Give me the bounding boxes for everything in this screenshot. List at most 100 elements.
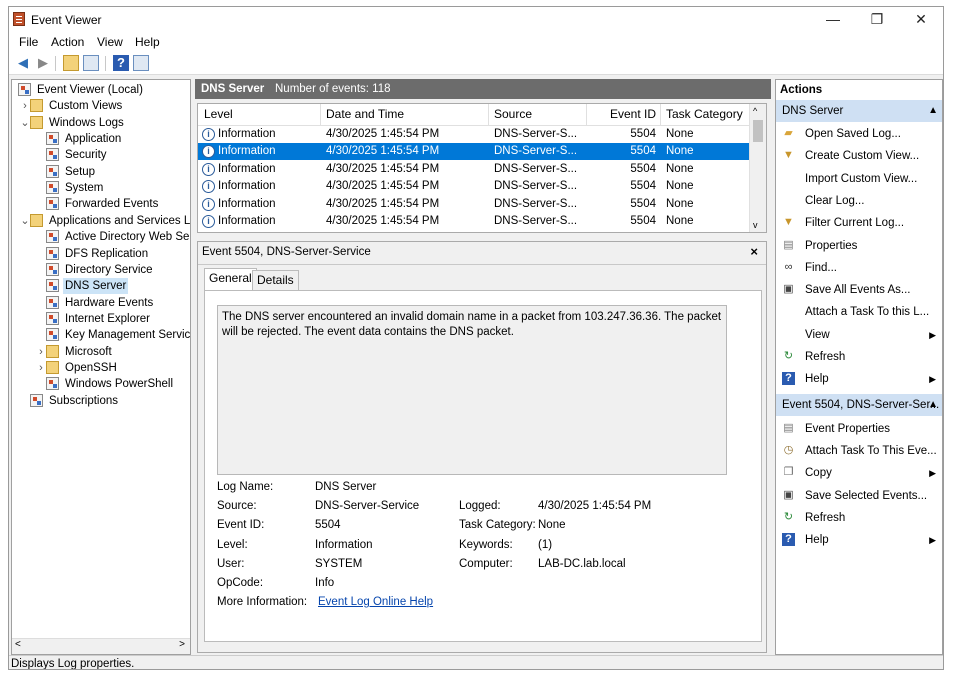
column-divider[interactable] — [586, 104, 587, 126]
event-message[interactable]: The DNS server encountered an invalid do… — [217, 305, 727, 475]
close-detail-icon[interactable]: × — [750, 244, 758, 259]
minimize-button[interactable]: — — [811, 7, 855, 33]
actions-section-event[interactable]: Event 5504, DNS-Server-Ser... ▲ — [776, 394, 942, 416]
actions-section-dns-server[interactable]: DNS Server ▲ — [776, 100, 942, 122]
table-cell: DNS-Server-S... — [494, 180, 578, 193]
back-arrow-icon[interactable]: ◀ — [15, 55, 31, 71]
action-open-saved-log[interactable]: ▰ Open Saved Log... — [776, 123, 942, 145]
up-folder-icon[interactable] — [63, 55, 79, 71]
column-divider[interactable] — [320, 104, 321, 126]
action-find[interactable]: ∞ Find... — [776, 257, 942, 279]
tab-details[interactable]: Details — [252, 270, 299, 290]
table-row[interactable]: i Information 4/30/2025 1:45:54 PM DNS-Serv… — [198, 143, 750, 161]
tree-item-internet-explorer[interactable]: Internet Explorer — [12, 311, 190, 327]
action-clear-log[interactable]: Clear Log... — [776, 190, 942, 212]
table-row[interactable]: i Information 4/30/2025 1:45:54 PM DNS-Serv… — [198, 161, 750, 178]
action-event-properties[interactable]: ▤ Event Properties — [776, 418, 942, 440]
tree-item-system[interactable]: System — [12, 180, 190, 196]
menu-action[interactable]: Action — [51, 35, 84, 49]
column-header[interactable]: Source — [494, 107, 532, 121]
expand-arrow-icon[interactable]: › — [20, 98, 30, 114]
column-header[interactable]: Date and Time — [326, 107, 404, 121]
show-hide-action-pane-icon[interactable] — [133, 55, 149, 71]
folder-icon — [30, 115, 43, 129]
title-bar[interactable]: Event Viewer — ❐ ✕ — [9, 7, 943, 33]
action-save-selected-events[interactable]: ▣ Save Selected Events... — [776, 485, 942, 507]
tree-item-openssh[interactable]: › OpenSSH — [12, 360, 190, 376]
event-log-online-help-link[interactable]: Event Log Online Help — [318, 596, 433, 608]
help-icon[interactable]: ? — [113, 55, 129, 71]
column-divider[interactable] — [660, 104, 661, 126]
collapse-triangle-icon[interactable]: ▲ — [928, 100, 938, 122]
tree-item-active-directory-web-ser[interactable]: Active Directory Web Ser — [12, 229, 190, 245]
scroll-up-icon[interactable]: ^ — [753, 106, 757, 116]
scroll-right-icon[interactable]: > — [179, 639, 185, 650]
column-header[interactable]: Task Category — [666, 107, 743, 121]
expand-arrow-icon[interactable]: › — [36, 360, 46, 376]
tree-item-custom-views[interactable]: › Custom Views — [12, 98, 190, 114]
toolbar: ◀ ▶ ? — [9, 53, 943, 75]
tree-item-forwarded-events[interactable]: Forwarded Events — [12, 196, 190, 212]
action-help[interactable]: ? Help ▶ — [776, 368, 942, 390]
column-header[interactable]: Event ID — [610, 107, 656, 121]
close-button[interactable]: ✕ — [899, 7, 943, 33]
tree-item-microsoft[interactable]: › Microsoft — [12, 344, 190, 360]
action-filter-current-log[interactable]: ▼ Filter Current Log... — [776, 212, 942, 234]
column-header[interactable]: Level — [204, 107, 233, 121]
action-view[interactable]: View ▶ — [776, 324, 942, 346]
column-divider[interactable] — [488, 104, 489, 126]
menu-view[interactable]: View — [97, 35, 123, 49]
table-row[interactable]: i Information 4/30/2025 1:45:54 PM DNS-Serv… — [198, 196, 750, 213]
tree-item-label: Event Viewer (Local) — [37, 84, 143, 96]
action-help[interactable]: ? Help ▶ — [776, 529, 942, 551]
action-properties[interactable]: ▤ Properties — [776, 235, 942, 257]
tree-item-label: Windows Logs — [49, 116, 124, 129]
tree-item-hardware-events[interactable]: Hardware Events — [12, 295, 190, 311]
menu-file[interactable]: File — [19, 35, 38, 49]
scroll-thumb[interactable] — [753, 120, 763, 142]
save-icon: ▣ — [783, 488, 794, 501]
collapse-arrow-icon[interactable]: ⌄ — [20, 213, 30, 229]
menu-help[interactable]: Help — [135, 35, 160, 49]
action-create-custom-view[interactable]: ▼ Create Custom View... — [776, 145, 942, 167]
tree-horizontal-scrollbar[interactable]: < > — [12, 638, 190, 654]
collapse-triangle-icon[interactable]: ▲ — [928, 394, 938, 416]
table-cell: DNS-Server-S... — [494, 162, 578, 175]
tree-item-dns-server[interactable]: DNS Server — [12, 278, 190, 295]
action-import-custom-view[interactable]: Import Custom View... — [776, 168, 942, 190]
events-grid-vertical-scrollbar[interactable]: ^ v — [749, 104, 766, 232]
action-refresh[interactable]: ↻ Refresh — [776, 346, 942, 368]
action-copy[interactable]: ❐ Copy ▶ — [776, 462, 942, 484]
tree-item-setup[interactable]: Setup — [12, 164, 190, 180]
tree-item-applications-and-services-lo[interactable]: ⌄ Applications and Services Lo — [12, 213, 190, 229]
collapse-arrow-icon[interactable]: ⌄ — [20, 115, 30, 131]
table-row[interactable]: i Information 4/30/2025 1:45:54 PM DNS-Serv… — [198, 213, 750, 230]
forward-arrow-icon[interactable]: ▶ — [35, 55, 51, 71]
tree-item-directory-service[interactable]: Directory Service — [12, 262, 190, 278]
log-icon — [46, 262, 59, 276]
action-label: Create Custom View... — [805, 150, 920, 163]
action-save-all-events-as[interactable]: ▣ Save All Events As... — [776, 279, 942, 301]
tab-general[interactable]: General — [204, 268, 257, 290]
scroll-left-icon[interactable]: < — [15, 639, 21, 650]
action-attach-task-to-this-eve[interactable]: ◷ Attach Task To This Eve... — [776, 440, 942, 462]
tree-item-subscriptions[interactable]: Subscriptions — [12, 393, 190, 409]
tree-item-windows-powershell[interactable]: Windows PowerShell — [12, 376, 190, 392]
action-refresh[interactable]: ↻ Refresh — [776, 507, 942, 529]
action-label: Attach Task To This Eve... — [805, 445, 937, 458]
tree-item-label: Applications and Services Lo — [49, 214, 191, 227]
expand-arrow-icon[interactable]: › — [36, 344, 46, 360]
tree-item-dfs-replication[interactable]: DFS Replication — [12, 246, 190, 262]
restore-button[interactable]: ❐ — [855, 7, 899, 33]
action-attach-a-task-to-this-l[interactable]: Attach a Task To this L... — [776, 301, 942, 323]
table-row[interactable]: i Information 4/30/2025 1:45:54 PM DNS-Serv… — [198, 126, 750, 143]
table-row[interactable]: i Information 4/30/2025 1:45:54 PM DNS-Serv… — [198, 178, 750, 195]
tree-item-event-viewer-local[interactable]: Event Viewer (Local) — [12, 82, 190, 98]
show-hide-tree-icon[interactable] — [83, 55, 99, 71]
tree-item-windows-logs[interactable]: ⌄ Windows Logs — [12, 115, 190, 131]
tree-item-label: Subscriptions — [49, 394, 119, 407]
tree-item-application[interactable]: Application — [12, 131, 190, 147]
tree-item-security[interactable]: Security — [12, 147, 190, 163]
tree-item-key-management-service[interactable]: Key Management Service — [12, 327, 190, 343]
scroll-down-icon[interactable]: v — [753, 220, 758, 230]
